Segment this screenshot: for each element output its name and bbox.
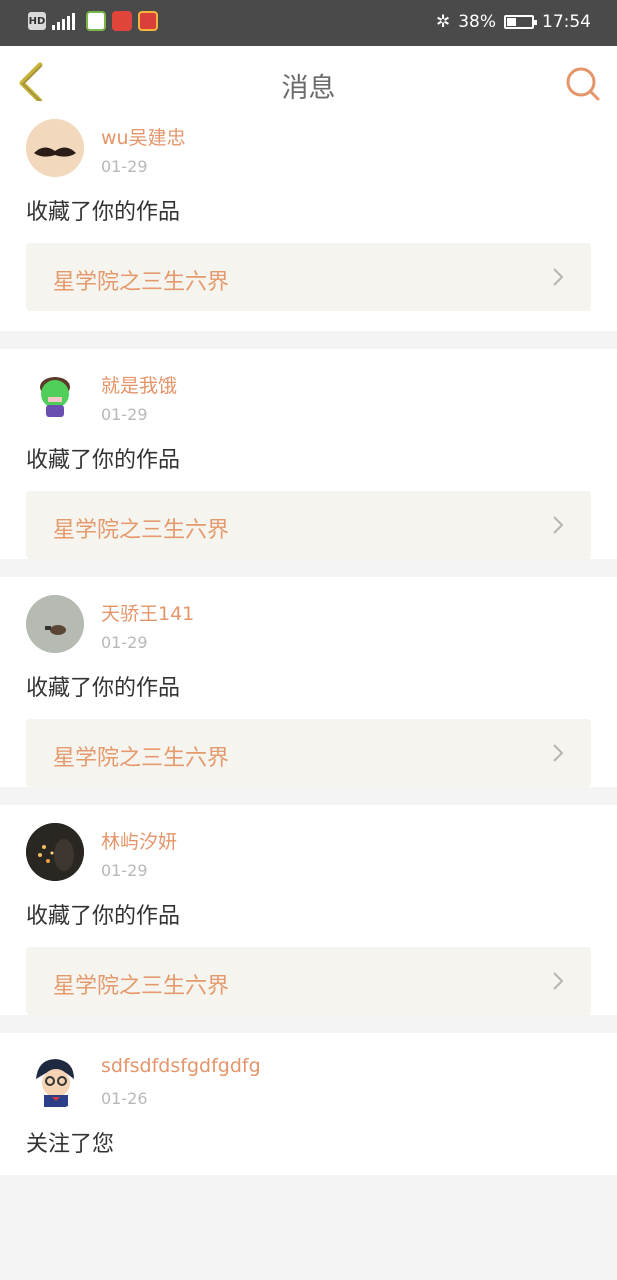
notification-action: 收藏了你的作品 (26, 448, 181, 473)
notification-date: 01-29 (101, 861, 148, 880)
avatar[interactable] (26, 1051, 84, 1109)
chevron-right-icon (553, 516, 564, 534)
notification-card: 林屿汐妍 01-29 收藏了你的作品 星学院之三生六界 (0, 805, 617, 1015)
notification-date: 01-26 (101, 1089, 148, 1108)
clock: 17:54 (542, 12, 591, 32)
page-title: 消息 (281, 73, 336, 104)
username[interactable]: wu吴建忠 (101, 123, 186, 150)
night-lights-avatar-icon (26, 823, 84, 881)
work-link[interactable]: 星学院之三生六界 (26, 491, 591, 559)
app-icon-toutiao (112, 11, 132, 31)
battery-icon (504, 15, 537, 29)
notification-date: 01-29 (101, 157, 148, 176)
notification-action: 收藏了你的作品 (26, 676, 181, 701)
notification-action: 关注了您 (26, 1132, 115, 1157)
anime-avatar-icon (36, 1059, 74, 1107)
green-cartoon-avatar-icon (40, 377, 70, 417)
search-icon[interactable] (565, 66, 601, 102)
notification-action: 收藏了你的作品 (26, 904, 181, 929)
work-title: 星学院之三生六界 (53, 270, 230, 295)
work-title: 星学院之三生六界 (53, 746, 230, 771)
username[interactable]: 天骄王141 (101, 599, 194, 626)
avatar[interactable] (26, 823, 84, 881)
avatar[interactable] (26, 595, 84, 653)
notification-card: wu吴建忠 01-29 收藏了你的作品 星学院之三生六界 (0, 101, 617, 331)
notification-card: 天骄王141 01-29 收藏了你的作品 星学院之三生六界 (0, 577, 617, 787)
hd-icon: HD (28, 12, 46, 30)
work-link[interactable]: 星学院之三生六界 (26, 719, 591, 787)
avatar[interactable] (26, 367, 84, 425)
work-link[interactable]: 星学院之三生六界 (26, 243, 591, 311)
username[interactable]: 林屿汐妍 (101, 827, 177, 854)
chevron-right-icon (553, 744, 564, 762)
notification-list: wu吴建忠 01-29 收藏了你的作品 星学院之三生六界 就是我饿 01-29 … (0, 101, 617, 1193)
avatar[interactable] (26, 119, 84, 177)
work-title: 星学院之三生六界 (53, 974, 230, 999)
bluetooth-icon: ✲ (435, 12, 451, 32)
username[interactable]: sdfsdfdsfgdfgdfg (101, 1055, 261, 1077)
battery-percent: 38% (458, 12, 496, 32)
notification-card: sdfsdfdsfgdfgdfg 01-26 关注了您 (0, 1033, 617, 1175)
username[interactable]: 就是我饿 (101, 371, 177, 398)
status-bar: HD ✲ 38% 17:54 (0, 0, 617, 46)
gray-avatar-icon (26, 595, 84, 653)
app-icon-green (86, 11, 106, 31)
mustache-avatar-icon (26, 119, 84, 177)
notification-date: 01-29 (101, 633, 148, 652)
signal-4g-icon (52, 12, 80, 30)
work-link[interactable]: 星学院之三生六界 (26, 947, 591, 1015)
chevron-right-icon (553, 268, 564, 286)
notification-action: 收藏了你的作品 (26, 200, 181, 225)
chevron-right-icon (553, 972, 564, 990)
notification-card: 就是我饿 01-29 收藏了你的作品 星学院之三生六界 (0, 349, 617, 559)
work-title: 星学院之三生六界 (53, 518, 230, 543)
notification-date: 01-29 (101, 405, 148, 424)
app-icon-red (138, 11, 158, 31)
